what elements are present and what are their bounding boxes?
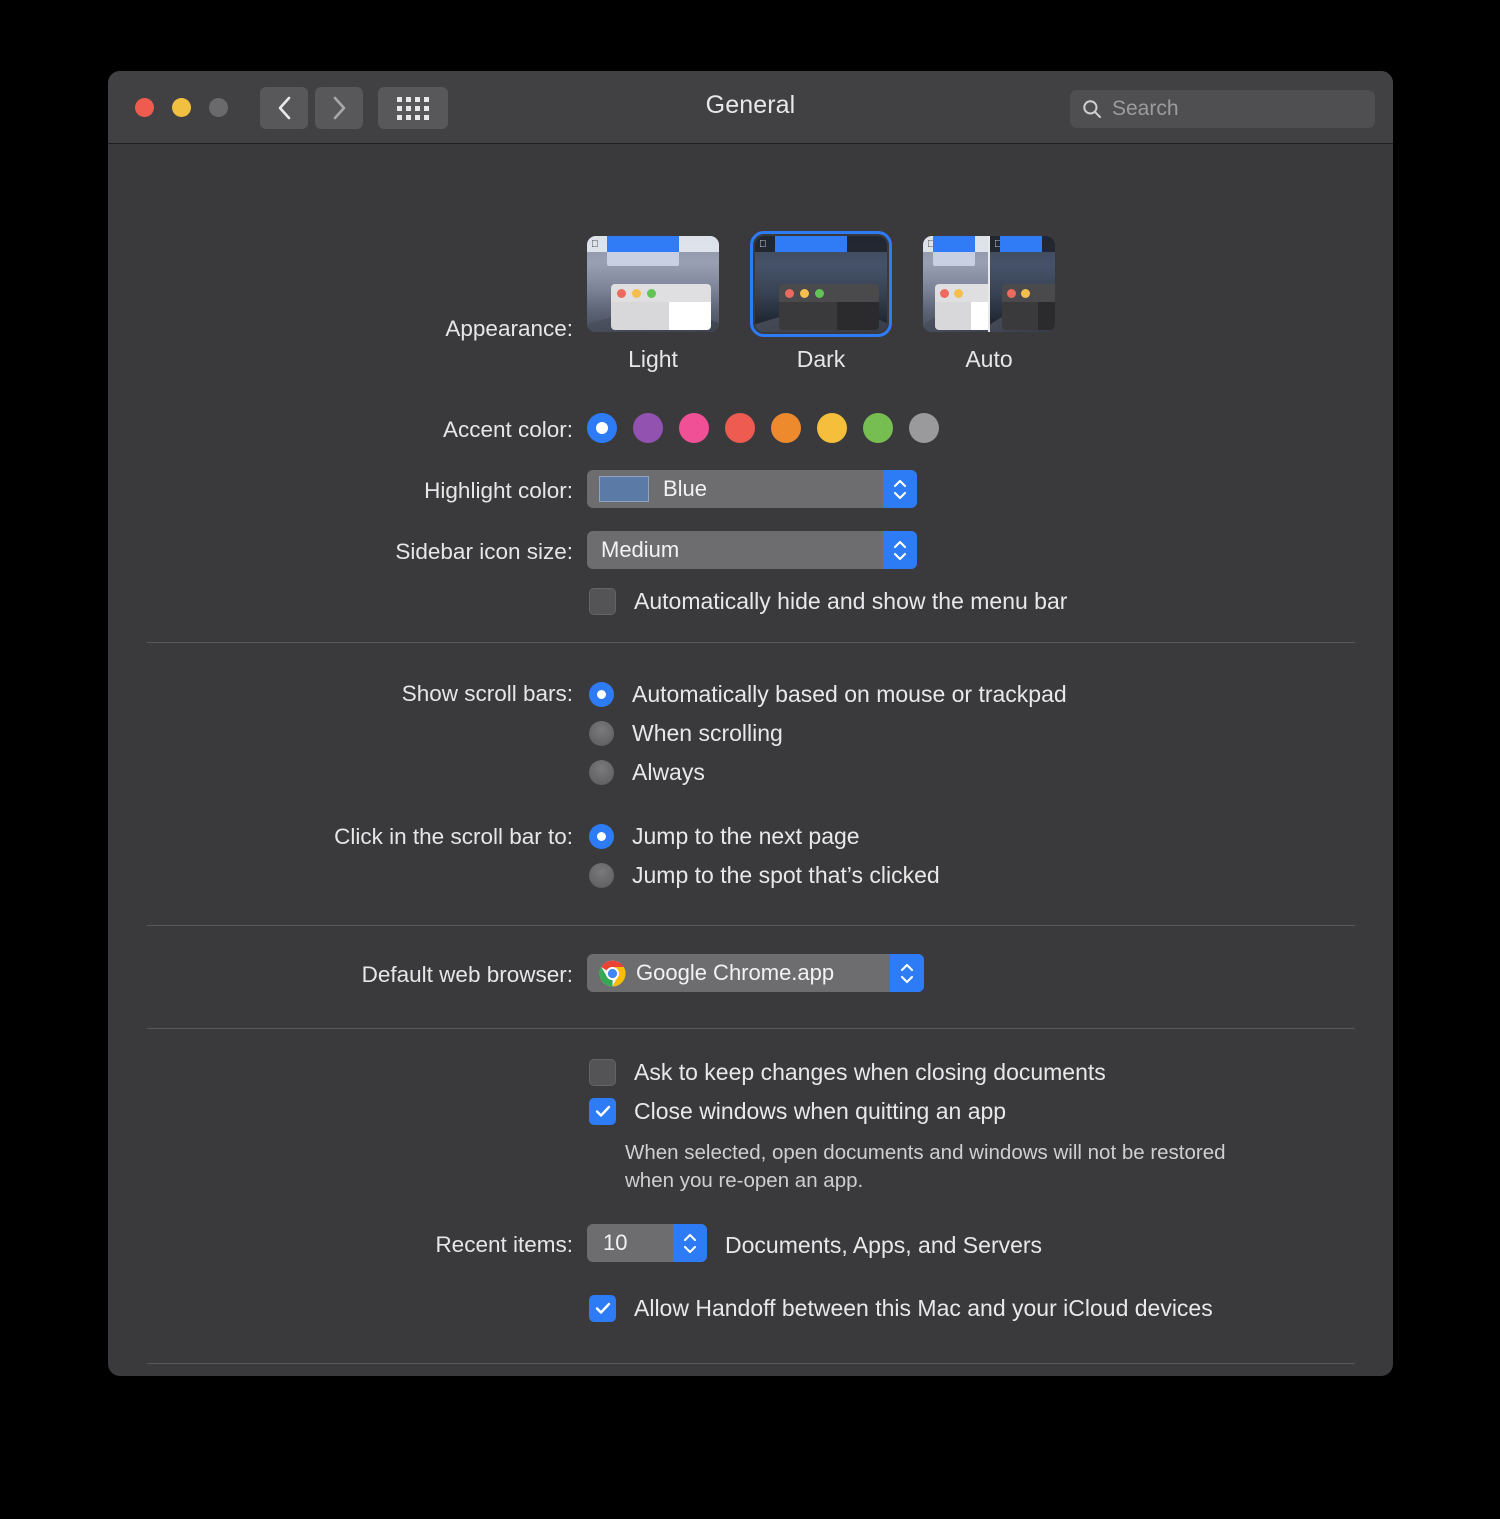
accent-swatch-graphite[interactable] [909, 413, 939, 443]
handoff-row[interactable]: Allow Handoff between this Mac and your … [589, 1295, 1213, 1322]
scroll-bars-option-always[interactable]: Always [589, 759, 705, 786]
scroll-bars-label-when-scrolling: When scrolling [632, 720, 783, 746]
click-scroll-label-next-page: Jump to the next page [632, 823, 860, 849]
apple-logo-icon:  [591, 239, 599, 249]
separator-4 [147, 1363, 1355, 1364]
chrome-icon [599, 960, 626, 987]
accent-swatch-blue[interactable] [587, 413, 617, 443]
close-windows-quitting-checkbox[interactable] [589, 1098, 616, 1125]
handoff-checkbox[interactable] [589, 1295, 616, 1322]
click-scroll-label-spot-clicked: Jump to the spot that’s clicked [632, 862, 940, 888]
sidebar-icon-size-label: Sidebar icon size: [395, 539, 573, 564]
close-windows-helper-line-2: when you re-open an app. [625, 1169, 864, 1192]
highlight-color-label: Highlight color: [424, 478, 573, 503]
accent-color-swatches [587, 413, 939, 443]
appearance-options:  Light [587, 231, 1055, 373]
click-scroll-option-next-page[interactable]: Jump to the next page [589, 823, 860, 850]
accent-swatch-green[interactable] [863, 413, 893, 443]
scroll-bars-option-when-scrolling[interactable]: When scrolling [589, 720, 783, 747]
separator-2 [147, 925, 1355, 926]
sidebar-icon-size-value: Medium [601, 537, 680, 562]
accent-swatch-purple[interactable] [633, 413, 663, 443]
accent-swatch-yellow[interactable] [817, 413, 847, 443]
appearance-option-dark[interactable]:  Dark [750, 231, 892, 373]
click-scroll-radio-next-page[interactable] [589, 824, 614, 849]
close-windows-quitting-row[interactable]: Close windows when quitting an app [589, 1098, 1006, 1125]
highlight-color-stepper[interactable] [883, 470, 917, 508]
appearance-label-dark: Dark [796, 346, 846, 372]
scroll-bars-radio-always[interactable] [589, 760, 614, 785]
window-titlebar: General Search [108, 71, 1393, 144]
appearance-label-light: Light [628, 346, 678, 372]
accent-swatch-pink[interactable] [679, 413, 709, 443]
ask-keep-changes-checkbox[interactable] [589, 1059, 616, 1086]
appearance-thumbnail-auto[interactable]:  [923, 236, 1055, 332]
recent-items-label: Recent items: [435, 1232, 573, 1257]
highlight-color-chip [599, 476, 649, 502]
recent-items-stepper[interactable]: 10 [587, 1224, 707, 1262]
separator-3 [147, 1028, 1355, 1029]
appearance-option-light[interactable]:  Light [587, 236, 719, 373]
scroll-bars-radio-auto[interactable] [589, 682, 614, 707]
scroll-bars-option-auto[interactable]: Automatically based on mouse or trackpad [589, 681, 1067, 708]
recent-items-value: 10 [603, 1230, 628, 1255]
sidebar-icon-size-select[interactable]: Medium [587, 531, 917, 569]
default-web-browser-stepper[interactable] [890, 954, 924, 992]
default-web-browser-value: Google Chrome.app [636, 960, 835, 985]
auto-hide-menu-bar-row[interactable]: Automatically hide and show the menu bar [589, 588, 1067, 615]
search-field[interactable]: Search [1070, 90, 1375, 128]
default-web-browser-label: Default web browser: [361, 962, 573, 987]
handoff-label: Allow Handoff between this Mac and your … [634, 1295, 1213, 1321]
recent-items-suffix: Documents, Apps, and Servers [725, 1232, 1043, 1258]
click-scroll-bar-label: Click in the scroll bar to: [334, 824, 573, 849]
click-scroll-option-spot-clicked[interactable]: Jump to the spot that’s clicked [589, 862, 940, 889]
appearance-option-auto[interactable]:  [923, 236, 1055, 373]
system-preferences-window: General Search Appearance: Light Dark Au… [108, 71, 1393, 1376]
ask-keep-changes-label: Ask to keep changes when closing documen… [634, 1059, 1106, 1085]
ask-keep-changes-row[interactable]: Ask to keep changes when closing documen… [589, 1059, 1106, 1086]
scroll-bars-label-auto: Automatically based on mouse or trackpad [632, 681, 1067, 707]
appearance-label: Appearance: [445, 316, 573, 341]
appearance-label-auto: Auto [965, 346, 1013, 372]
close-windows-quitting-label: Close windows when quitting an app [634, 1098, 1007, 1124]
accent-color-label: Accent color: [442, 417, 573, 442]
search-icon [1082, 99, 1102, 119]
accent-swatch-red[interactable] [725, 413, 755, 443]
click-scroll-radio-spot-clicked[interactable] [589, 863, 614, 888]
show-scroll-bars-label: Show scroll bars: [401, 681, 573, 706]
separator-1 [147, 642, 1355, 643]
highlight-color-select[interactable]: Blue [587, 470, 917, 508]
scroll-bars-radio-when-scrolling[interactable] [589, 721, 614, 746]
highlight-color-value: Blue [663, 476, 708, 501]
close-windows-helper-line-1: When selected, open documents and window… [625, 1141, 1226, 1164]
search-placeholder: Search [1112, 97, 1179, 120]
scroll-bars-label-always: Always [632, 759, 705, 785]
appearance-thumbnail-light[interactable]:  [587, 236, 719, 332]
preferences-body: Appearance:  [108, 144, 1393, 1376]
recent-items-stepper-buttons[interactable] [673, 1224, 707, 1262]
apple-logo-icon:  [759, 239, 767, 249]
sidebar-icon-size-stepper[interactable] [883, 531, 917, 569]
auto-hide-menu-bar-checkbox[interactable] [589, 588, 616, 615]
appearance-thumbnail-dark[interactable]:  [750, 231, 892, 337]
default-web-browser-select[interactable]: Google Chrome.app [587, 954, 924, 992]
auto-hide-menu-bar-label: Automatically hide and show the menu bar [634, 588, 1068, 614]
accent-swatch-orange[interactable] [771, 413, 801, 443]
